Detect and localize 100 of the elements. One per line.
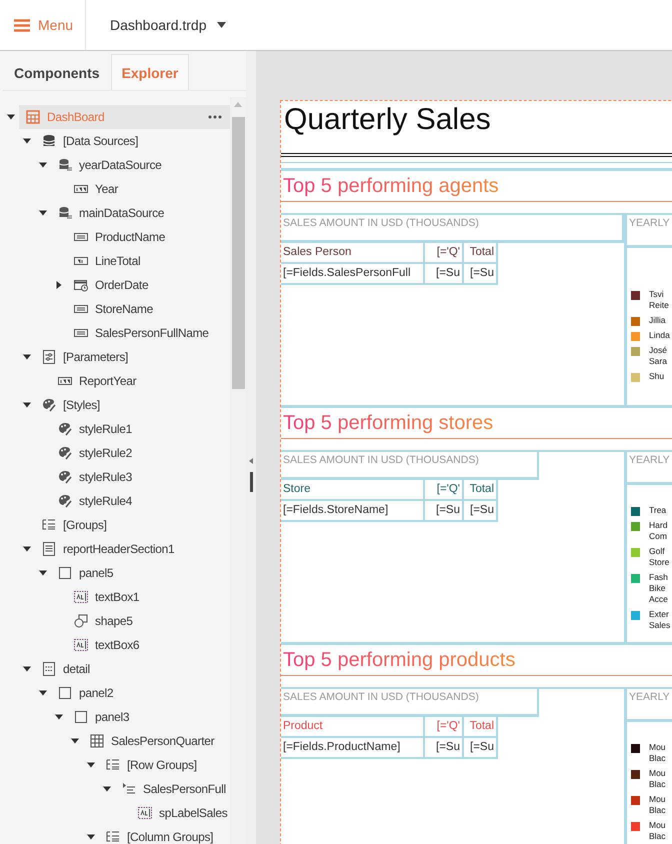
caret-icon [216, 22, 226, 28]
table-cell: [=Fields.StoreName] [281, 501, 425, 522]
caret-icon[interactable] [23, 545, 31, 553]
table-cell: [='Q' [425, 717, 464, 738]
caret-icon[interactable] [23, 137, 31, 145]
palette-icon [58, 494, 72, 508]
caret-icon[interactable] [39, 209, 47, 217]
legend-label: José Sara [649, 345, 667, 367]
field-icon [74, 326, 88, 340]
table-cell: Product [281, 717, 425, 738]
section-title: Top 5 performing stores [283, 412, 494, 434]
tree-item[interactable]: yearDataSource [51, 153, 230, 177]
tree-item[interactable]: styleRule3 [51, 465, 230, 489]
palette-icon [58, 446, 72, 460]
calendar-icon [74, 278, 88, 292]
legend-label: Mou Blac [649, 794, 666, 816]
section-title: Top 5 performing agents [283, 174, 499, 198]
tree-item[interactable]: detail [35, 657, 230, 681]
tree-item[interactable]: ProductName [67, 225, 230, 249]
table-cell: Total [464, 717, 498, 738]
tree-item[interactable]: [Row Groups] [99, 753, 230, 777]
caret-icon[interactable] [87, 833, 95, 841]
tree-item[interactable]: OrderDate [67, 273, 230, 297]
tree-item[interactable]: [Column Groups] [99, 825, 230, 844]
field-icon [58, 374, 72, 388]
database-icon [58, 206, 72, 220]
table-cell: Total [464, 480, 498, 501]
tree-item[interactable]: panel3 [67, 705, 230, 729]
panel-tab[interactable]: Components [3, 54, 111, 90]
section-icon [42, 662, 56, 676]
table-icon [90, 734, 104, 748]
caret-icon[interactable] [7, 113, 15, 121]
legend-label: Mou Blac [649, 768, 666, 790]
tree-item[interactable]: [Data Sources] [35, 129, 230, 153]
field-icon [74, 182, 88, 196]
table-cell: [='Q' [425, 243, 464, 264]
legend-label: Mou Blac [649, 820, 666, 842]
report-icon [26, 110, 40, 124]
sliders-icon [42, 350, 56, 364]
palette-icon [58, 470, 72, 484]
caret-icon[interactable] [23, 401, 31, 409]
tree-item[interactable]: styleRule4 [51, 489, 230, 513]
scrollbar-thumb[interactable] [232, 117, 244, 389]
tree-item[interactable]: textBox6 [67, 633, 230, 657]
tree-item[interactable]: panel2 [51, 681, 230, 705]
table-cell: Store [281, 480, 425, 501]
document-dropdown[interactable]: Dashboard.trdp [110, 17, 226, 33]
caret-icon[interactable] [103, 785, 111, 793]
tree-item[interactable]: StoreName [67, 297, 230, 321]
palette-icon [58, 422, 72, 436]
caret-icon[interactable] [55, 281, 63, 289]
legend-label: Linda [649, 330, 670, 341]
column-header: SALES AMOUNT IN USD (THOUSANDS) [281, 215, 624, 243]
splitter-handle[interactable] [250, 472, 252, 492]
collapse-icon[interactable] [249, 458, 253, 464]
tree-item[interactable]: spLabelSales [131, 801, 230, 825]
field-icon [74, 254, 88, 268]
tree-item[interactable]: Year [67, 177, 230, 201]
tree-item[interactable]: styleRule2 [51, 441, 230, 465]
tree-item[interactable]: SalesPersonQuarter [83, 729, 230, 753]
caret-icon[interactable] [39, 689, 47, 697]
chart-title: YEARLY [627, 215, 672, 248]
report-title: Quarterly Sales [283, 102, 492, 138]
caret-icon[interactable] [23, 353, 31, 361]
tree-item[interactable]: reportHeaderSection1 [35, 537, 230, 561]
legend-label: Exter Sales [649, 609, 670, 631]
tree-item[interactable]: shape5 [67, 609, 230, 633]
tree-item[interactable]: SalesPersonFull [115, 777, 230, 801]
caret-icon[interactable] [55, 713, 63, 721]
palette-icon [42, 398, 56, 412]
list-icon [106, 830, 120, 844]
tree-item[interactable]: panel5 [51, 561, 230, 585]
table-cell: [=Su [464, 501, 498, 522]
caret-icon[interactable] [23, 665, 31, 673]
tree-item[interactable]: SalesPersonFullName [67, 321, 230, 345]
legend-label: Hard Com [649, 520, 668, 542]
tree-item[interactable]: LineTotal [67, 249, 230, 273]
textbox-icon [74, 638, 88, 652]
tree-item[interactable]: [Parameters] [35, 345, 230, 369]
table-cell: Sales Person [281, 243, 425, 264]
caret-icon[interactable] [87, 761, 95, 769]
tree-item[interactable]: mainDataSource [51, 201, 230, 225]
legend-label: Trea [649, 505, 666, 516]
tree-item[interactable]: styleRule1 [51, 417, 230, 441]
tree-item[interactable]: textBox1 [67, 585, 230, 609]
caret-icon[interactable] [71, 737, 79, 745]
legend-label: Mou Blac [649, 742, 666, 764]
tree-item[interactable]: [Styles] [35, 393, 230, 417]
tree-item[interactable]: ReportYear [51, 369, 230, 393]
table-cell: [=Su [464, 738, 498, 759]
square-icon [74, 710, 88, 724]
tree-item[interactable]: [Groups] [35, 513, 230, 537]
table-cell: [=Su [464, 264, 498, 285]
legend-label: Golf Store [649, 546, 670, 568]
more-icon[interactable] [208, 115, 222, 119]
caret-icon[interactable] [39, 569, 47, 577]
list-icon [42, 518, 56, 532]
caret-icon[interactable] [39, 161, 47, 169]
legend-label: Jillia [649, 315, 666, 326]
legend-label: Fash Bike Acce [649, 572, 668, 605]
